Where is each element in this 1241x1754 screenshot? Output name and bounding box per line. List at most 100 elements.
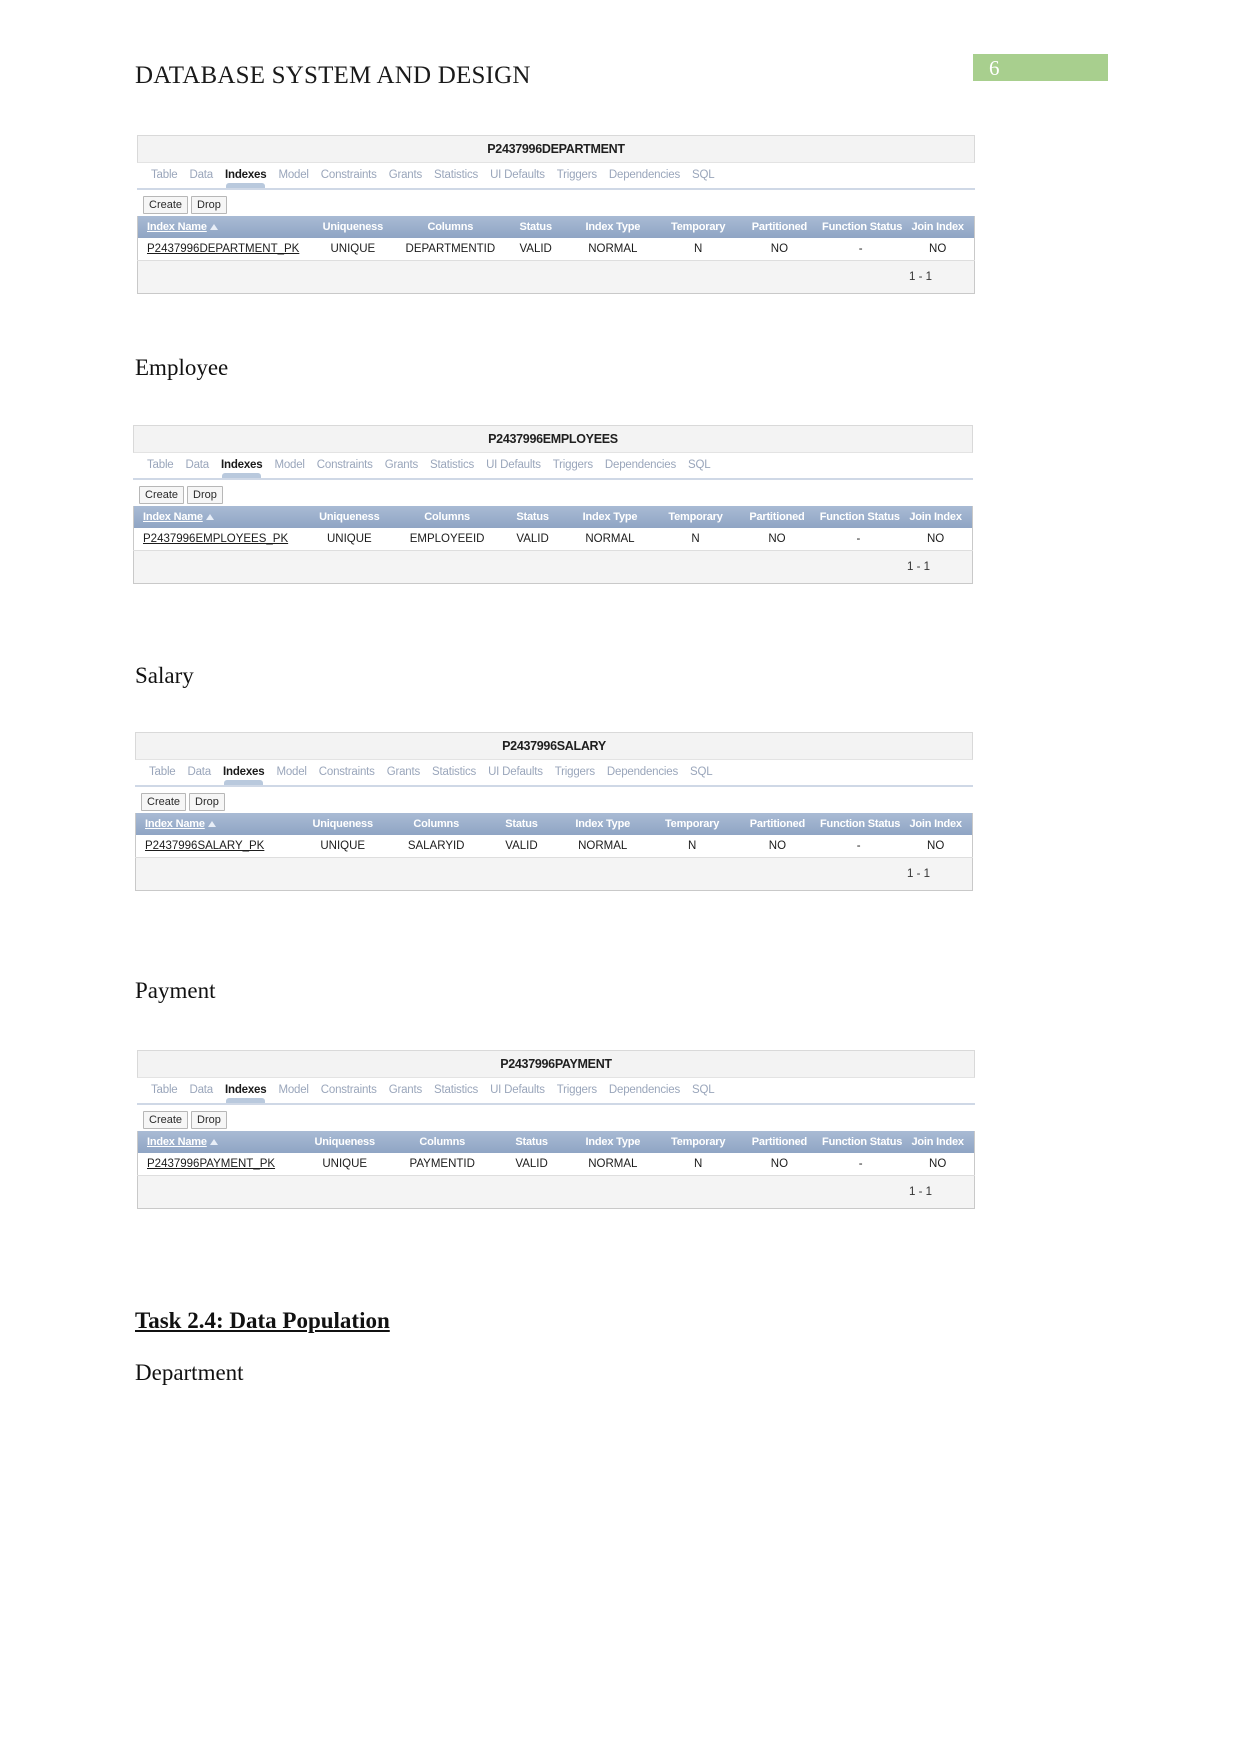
column-header-index-name[interactable]: Index Name [135, 813, 299, 835]
column-header-columns[interactable]: Columns [397, 216, 504, 238]
column-header-index-type[interactable]: Index Type [568, 1131, 658, 1153]
page-number-badge: 6 [973, 54, 1108, 81]
column-header-index-name[interactable]: Index Name [137, 216, 309, 238]
column-header-join-index[interactable]: Join Index [901, 216, 975, 238]
column-header-index-type[interactable]: Index Type [568, 216, 658, 238]
column-header-temporary[interactable]: Temporary [654, 506, 737, 528]
cell-index-name[interactable]: P2437996SALARY_PK [135, 835, 299, 858]
tab-data[interactable]: Data [184, 163, 220, 181]
tab-dependencies[interactable]: Dependencies [603, 163, 686, 181]
shot-tabbar: Table Data Indexes Model Constraints Grants St… [137, 163, 975, 190]
column-header-columns[interactable]: Columns [389, 1131, 496, 1153]
tab-model[interactable]: Model [270, 760, 312, 778]
column-header-uniqueness[interactable]: Uniqueness [308, 216, 398, 238]
column-header-uniqueness[interactable]: Uniqueness [304, 506, 395, 528]
column-header-status[interactable]: Status [495, 1131, 569, 1153]
column-header-function-status[interactable]: Function Status [820, 216, 902, 238]
tab-dependencies[interactable]: Dependencies [603, 1078, 686, 1096]
tab-triggers[interactable]: Triggers [551, 163, 603, 181]
tab-statistics[interactable]: Statistics [428, 1078, 484, 1096]
column-header-join-index[interactable]: Join Index [899, 813, 973, 835]
tab-statistics[interactable]: Statistics [424, 453, 480, 471]
column-header-index-type[interactable]: Index Type [565, 506, 655, 528]
tab-constraints[interactable]: Constraints [315, 163, 383, 181]
tab-constraints[interactable]: Constraints [315, 1078, 383, 1096]
tab-indexes[interactable]: Indexes [217, 760, 270, 785]
cell-columns: SALARYID [387, 835, 485, 858]
tab-dependencies[interactable]: Dependencies [599, 453, 682, 471]
column-header-join-index[interactable]: Join Index [899, 506, 973, 528]
tab-constraints[interactable]: Constraints [313, 760, 381, 778]
column-header-columns[interactable]: Columns [387, 813, 485, 835]
tab-indexes[interactable]: Indexes [215, 453, 268, 478]
tab-ui-defaults[interactable]: UI Defaults [480, 453, 547, 471]
tab-triggers[interactable]: Triggers [549, 760, 601, 778]
tab-table[interactable]: Table [141, 453, 180, 471]
tab-grants[interactable]: Grants [383, 1078, 428, 1096]
create-button[interactable]: Create [143, 196, 189, 214]
column-header-temporary[interactable]: Temporary [657, 216, 739, 238]
cell-index-name[interactable]: P2437996EMPLOYEES_PK [133, 528, 305, 551]
drop-button[interactable]: Drop [189, 793, 225, 811]
column-header-columns[interactable]: Columns [394, 506, 501, 528]
column-header-partitioned[interactable]: Partitioned [736, 506, 818, 528]
create-button[interactable]: Create [143, 1111, 189, 1129]
tab-indexes[interactable]: Indexes [219, 1078, 272, 1103]
tab-triggers[interactable]: Triggers [547, 453, 599, 471]
column-header-uniqueness[interactable]: Uniqueness [300, 1131, 390, 1153]
tab-sql[interactable]: SQL [682, 453, 716, 471]
tab-ui-defaults[interactable]: UI Defaults [484, 1078, 551, 1096]
tab-sql[interactable]: SQL [684, 760, 718, 778]
tab-triggers[interactable]: Triggers [551, 1078, 603, 1096]
tab-sql[interactable]: SQL [686, 1078, 720, 1096]
tab-data[interactable]: Data [182, 760, 218, 778]
drop-button[interactable]: Drop [191, 1111, 227, 1129]
tab-statistics[interactable]: Statistics [428, 163, 484, 181]
column-header-index-type[interactable]: Index Type [558, 813, 648, 835]
section-label-payment: Payment [135, 978, 216, 1003]
sort-ascending-icon [209, 1139, 218, 1146]
tab-data[interactable]: Data [184, 1078, 220, 1096]
column-header-partitioned[interactable]: Partitioned [738, 1131, 821, 1153]
tab-grants[interactable]: Grants [383, 163, 428, 181]
column-header-status[interactable]: Status [500, 506, 566, 528]
column-header-function-status[interactable]: Function Status [817, 506, 900, 528]
column-header-status[interactable]: Status [484, 813, 559, 835]
tab-grants[interactable]: Grants [379, 453, 424, 471]
tab-constraints[interactable]: Constraints [311, 453, 379, 471]
column-header-temporary[interactable]: Temporary [647, 813, 737, 835]
column-header-uniqueness[interactable]: Uniqueness [298, 813, 388, 835]
column-header-function-status[interactable]: Function Status [820, 1131, 902, 1153]
tab-ui-defaults[interactable]: UI Defaults [482, 760, 549, 778]
create-button[interactable]: Create [141, 793, 187, 811]
tab-indexes[interactable]: Indexes [219, 163, 272, 188]
column-header-status[interactable]: Status [503, 216, 569, 238]
column-header-index-name[interactable]: Index Name [133, 506, 305, 528]
column-header-index-name[interactable]: Index Name [137, 1131, 301, 1153]
tab-grants[interactable]: Grants [381, 760, 426, 778]
drop-button[interactable]: Drop [191, 196, 227, 214]
tab-table[interactable]: Table [145, 163, 184, 181]
tab-ui-defaults[interactable]: UI Defaults [484, 163, 551, 181]
tab-table[interactable]: Table [143, 760, 182, 778]
column-header-join-index[interactable]: Join Index [901, 1131, 975, 1153]
tab-table[interactable]: Table [145, 1078, 184, 1096]
column-header-temporary[interactable]: Temporary [657, 1131, 739, 1153]
cell-index-name[interactable]: P2437996DEPARTMENT_PK [137, 238, 309, 261]
tab-sql[interactable]: SQL [686, 163, 720, 181]
column-header-partitioned[interactable]: Partitioned [736, 813, 819, 835]
tab-data[interactable]: Data [180, 453, 216, 471]
cell-partitioned: NO [738, 1153, 821, 1176]
cell-partitioned: NO [738, 238, 821, 261]
pagination-text: 1 - 1 [135, 857, 973, 891]
column-header-function-status[interactable]: Function Status [818, 813, 900, 835]
tab-dependencies[interactable]: Dependencies [601, 760, 684, 778]
tab-model[interactable]: Model [272, 1078, 314, 1096]
tab-statistics[interactable]: Statistics [426, 760, 482, 778]
create-button[interactable]: Create [139, 486, 185, 504]
tab-model[interactable]: Model [272, 163, 314, 181]
column-header-partitioned[interactable]: Partitioned [738, 216, 821, 238]
drop-button[interactable]: Drop [187, 486, 223, 504]
tab-model[interactable]: Model [268, 453, 310, 471]
cell-index-name[interactable]: P2437996PAYMENT_PK [137, 1153, 301, 1176]
